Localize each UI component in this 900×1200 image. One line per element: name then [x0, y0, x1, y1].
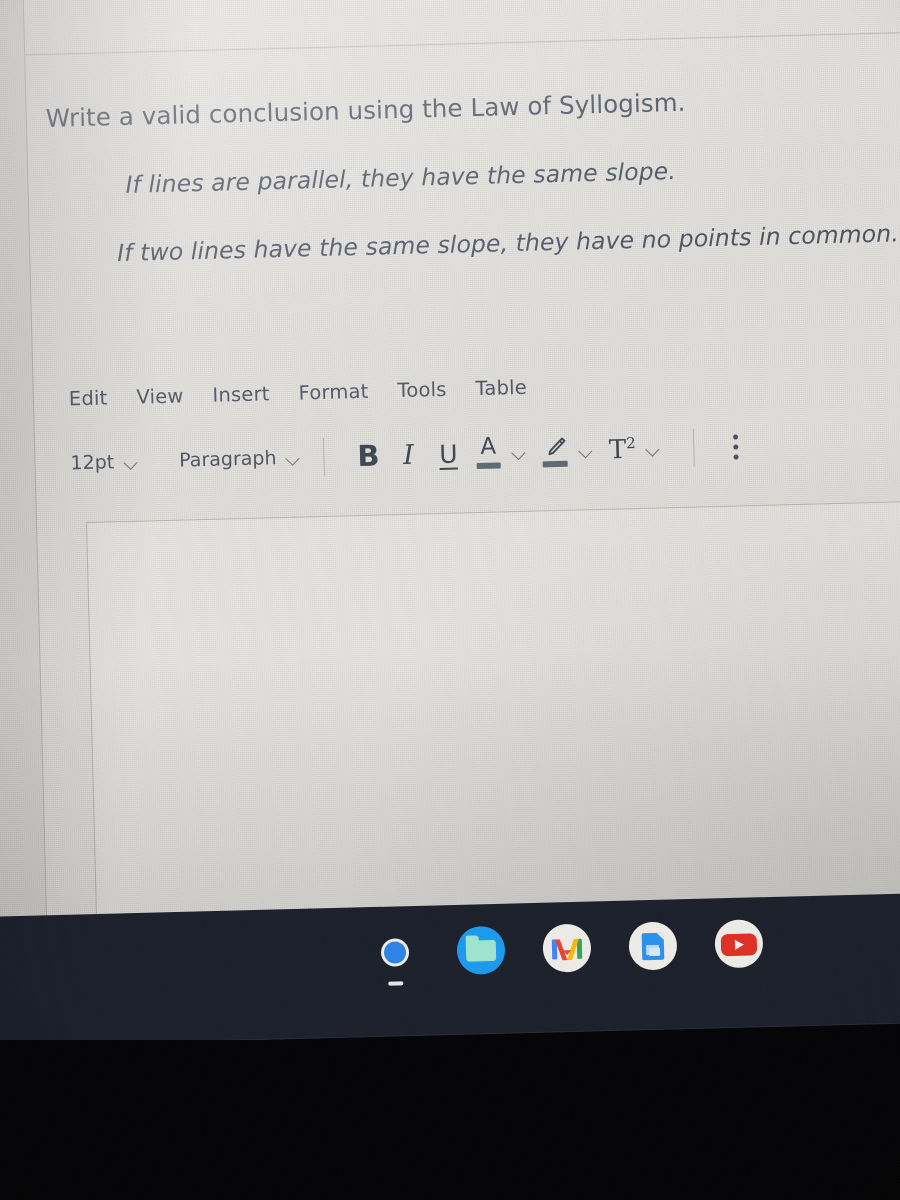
editor-toolbar: 12pt Paragraph B I U A T2	[70, 426, 753, 483]
shelf-app-youtube[interactable]	[714, 919, 764, 969]
files-icon	[456, 925, 506, 975]
bold-icon: B	[356, 438, 380, 473]
toolbar-separator	[692, 428, 695, 467]
highlight-color-group	[535, 430, 593, 471]
underline-icon: U	[438, 439, 458, 469]
kebab-dot	[733, 453, 739, 460]
chevron-down-icon[interactable]	[579, 444, 592, 457]
superscript-letter: T	[608, 434, 627, 466]
menu-item-table[interactable]: Table	[475, 376, 527, 400]
superscript-group: T2	[602, 428, 660, 469]
superscript-button[interactable]: T2	[602, 429, 643, 470]
shelf-app-gmail[interactable]	[542, 923, 592, 973]
highlight-color-swatch	[542, 460, 568, 468]
menu-item-format[interactable]: Format	[298, 380, 368, 405]
editor-menubar: Edit View Insert Format Tools Table	[69, 376, 528, 411]
superscript-icon: T2	[608, 433, 637, 466]
menu-item-edit[interactable]: Edit	[69, 386, 108, 410]
page-left-gutter	[0, 0, 48, 960]
question-prompt: Write a valid conclusion using the Law o…	[45, 87, 686, 133]
shelf-app-files[interactable]	[456, 925, 506, 975]
kebab-dot	[732, 433, 738, 440]
photograph-of-chromebook-screen: Write a valid conclusion using the Law o…	[0, 0, 900, 1200]
app-running-indicator	[388, 981, 404, 986]
text-color-button[interactable]: A	[468, 432, 509, 473]
menu-item-insert[interactable]: Insert	[212, 382, 270, 406]
menu-item-tools[interactable]: Tools	[397, 378, 447, 402]
text-color-letter: A	[480, 433, 497, 460]
font-size-value: 12pt	[70, 451, 115, 475]
google-docs-icon	[628, 921, 678, 971]
block-format-select[interactable]: Paragraph	[178, 447, 300, 472]
page-horizontal-divider	[24, 30, 900, 56]
kebab-dot	[732, 443, 738, 450]
youtube-icon	[714, 919, 764, 969]
chromeos-shelf	[0, 891, 900, 1048]
underline-button[interactable]: U	[428, 433, 469, 474]
font-size-select[interactable]: 12pt	[70, 451, 137, 475]
shelf-app-chrome[interactable]	[370, 928, 419, 986]
chevron-down-icon	[124, 455, 137, 468]
more-options-icon[interactable]	[718, 426, 753, 467]
question-premise-1: If lines are parallel, they have the sam…	[125, 156, 677, 199]
text-color-group: A	[468, 432, 526, 473]
block-format-value: Paragraph	[178, 447, 277, 472]
chevron-down-icon[interactable]	[512, 445, 525, 458]
shelf-app-dock	[370, 919, 764, 986]
question-premise-2: If two lines have the same slope, they h…	[116, 219, 900, 268]
chevron-down-icon	[286, 451, 299, 464]
screen-bezel	[0, 1040, 900, 1200]
laptop-screen: Write a valid conclusion using the Law o…	[0, 0, 900, 960]
rich-text-editor-area[interactable]	[86, 497, 900, 954]
text-color-icon: A	[473, 433, 504, 470]
menu-item-view[interactable]: View	[136, 384, 184, 408]
superscript-exponent: 2	[625, 433, 636, 452]
text-color-swatch	[476, 462, 501, 470]
bold-button[interactable]: B	[348, 435, 389, 476]
italic-icon: I	[402, 439, 415, 471]
gmail-icon	[542, 923, 592, 973]
browser-page-surface: Write a valid conclusion using the Law o…	[0, 0, 900, 960]
italic-button[interactable]: I	[388, 434, 429, 475]
toolbar-separator	[322, 437, 325, 476]
highlighter-icon	[538, 434, 573, 469]
chevron-down-icon[interactable]	[646, 442, 659, 455]
highlight-color-button[interactable]	[535, 431, 576, 472]
shelf-app-google-docs[interactable]	[628, 921, 678, 971]
